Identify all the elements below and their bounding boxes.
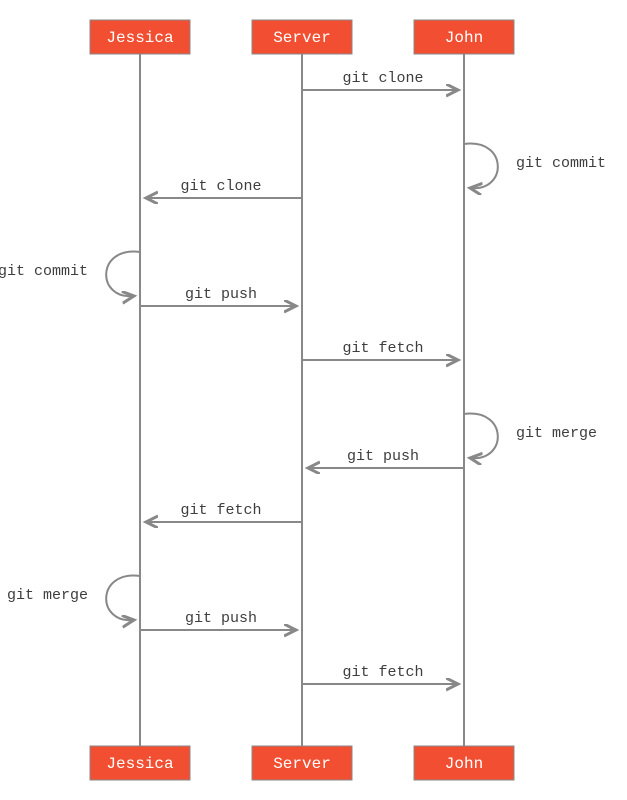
actor-label-server-top: Server — [273, 29, 331, 47]
msg-label-4: git push — [185, 286, 257, 303]
msg-label-1: git commit — [516, 155, 606, 172]
actor-label-server-bottom: Server — [273, 755, 331, 773]
self-msg-6 — [464, 414, 498, 459]
msg-label-0: git clone — [342, 70, 423, 87]
self-msg-1 — [464, 144, 498, 189]
lifelines — [140, 54, 464, 746]
actor-label-john-bottom: John — [445, 755, 483, 773]
messages: git clone git commit git clone git commit gi… — [0, 70, 606, 684]
self-msg-9 — [106, 576, 140, 621]
msg-label-3: git commit — [0, 263, 88, 280]
actor-label-jessica-top: Jessica — [106, 29, 174, 47]
msg-label-5: git fetch — [342, 340, 423, 357]
sequence-diagram: git clone git commit git clone git commit gi… — [0, 0, 627, 800]
msg-label-6: git merge — [516, 425, 597, 442]
msg-label-2: git clone — [180, 178, 261, 195]
msg-label-7: git push — [347, 448, 419, 465]
self-msg-3 — [106, 252, 140, 297]
actors-top: Jessica Server John — [90, 20, 514, 54]
actor-label-jessica-bottom: Jessica — [106, 755, 174, 773]
msg-label-10: git push — [185, 610, 257, 627]
msg-label-9: git merge — [7, 587, 88, 604]
msg-label-8: git fetch — [180, 502, 261, 519]
actors-bottom: Jessica Server John — [90, 746, 514, 780]
msg-label-11: git fetch — [342, 664, 423, 681]
actor-label-john-top: John — [445, 29, 483, 47]
